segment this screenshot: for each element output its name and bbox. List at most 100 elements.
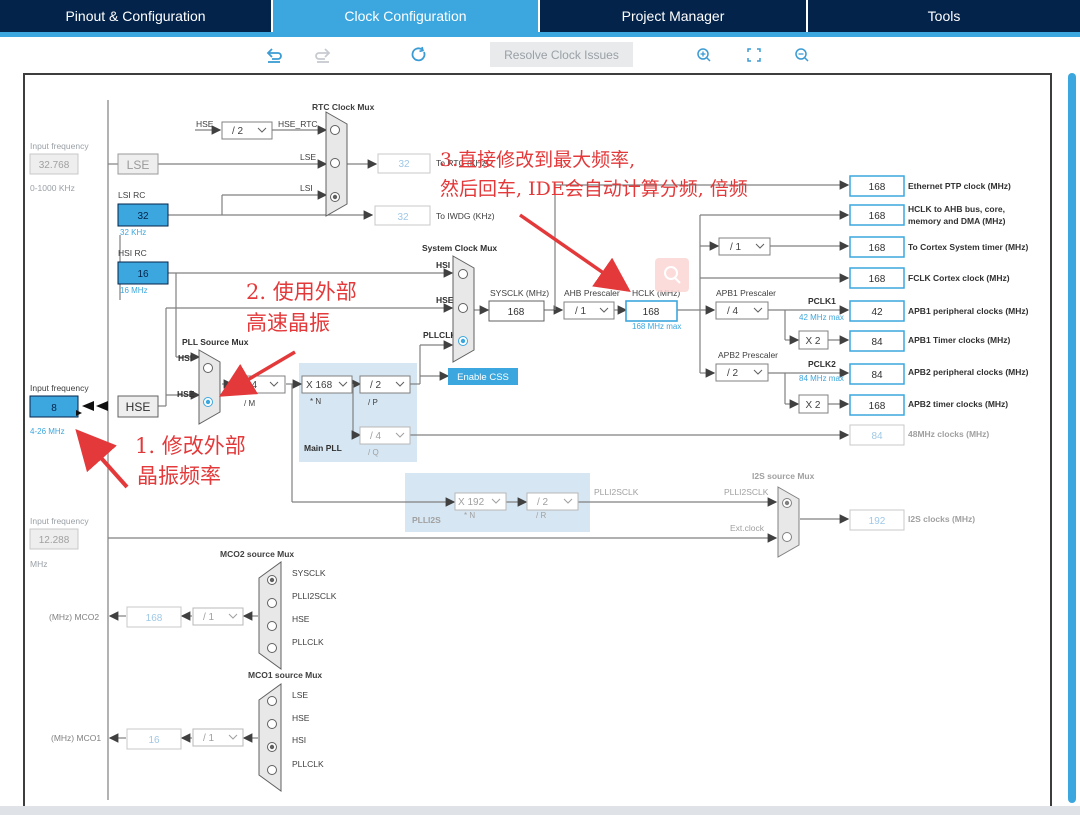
mco2-divider-value: / 1 <box>203 612 215 623</box>
pll-n-label: * N <box>310 397 321 406</box>
i2s-source-mux-label: I2S source Mux <box>752 471 815 481</box>
output-label: APB2 timer clocks (MHz) <box>908 399 1008 409</box>
plli2s-label: PLLI2S <box>412 515 441 525</box>
output-apb1-peripheral: 42 APB1 peripheral clocks (MHz) <box>849 300 1029 322</box>
i2s-mux-radio-ext[interactable] <box>782 532 792 542</box>
lse-input-value: 32.768 <box>39 160 70 171</box>
plli2s-r-value: / 2 <box>537 497 549 508</box>
output-label: APB1 Timer clocks (MHz) <box>908 335 1011 345</box>
hse-arrows <box>82 401 108 411</box>
mco1-divider-select[interactable] <box>192 728 244 747</box>
i2s-unit: MHz <box>30 559 47 569</box>
sys-mux-radio-hsi[interactable] <box>458 269 468 279</box>
sys-mux-radio-hse[interactable] <box>458 303 468 313</box>
mco2-sysclk-label: SYSCLK <box>292 568 326 578</box>
mco1-source-mux-label: MCO1 source Mux <box>248 670 322 680</box>
pll-mux-hse-label: HSE <box>177 389 195 399</box>
mco1-radio-lse[interactable] <box>267 696 277 706</box>
mco1-radio-pllclk[interactable] <box>267 765 277 775</box>
apb1-timer-multiplier-value: X 2 <box>805 336 820 347</box>
rtc-lse-label: LSE <box>300 152 316 162</box>
mco1-pllclk-label: PLLCLK <box>292 759 324 769</box>
hsi-unit: 16 MHz <box>120 286 148 295</box>
rtc-mux-radio-lse[interactable] <box>330 158 340 168</box>
pll-p-value: / 2 <box>370 380 382 391</box>
lsi-value: 32 <box>137 211 149 222</box>
mco2-radio-plli2sclk[interactable] <box>267 598 277 608</box>
rtc-output-value: 32 <box>398 159 410 170</box>
iwdg-output-label: To IWDG (KHz) <box>436 211 495 221</box>
sysclk-value: 168 <box>508 307 525 318</box>
mco1-divider-value: / 1 <box>203 733 215 744</box>
mco1-radio-hsi-dot <box>269 744 275 750</box>
apb1-prescaler-label: APB1 Prescaler <box>716 288 776 298</box>
mco2-radio-hse[interactable] <box>267 621 277 631</box>
sys-mux-pllclk-label: PLLCLK <box>423 330 457 340</box>
output-value: 84 <box>871 337 883 348</box>
i2s-input-value: 12.288 <box>39 535 70 546</box>
plli2s-r-select[interactable] <box>526 492 579 511</box>
mco2-divider-select[interactable] <box>192 607 244 626</box>
mco2-pllclk-label: PLLCLK <box>292 637 324 647</box>
hsi-rc-label: HSI RC <box>118 248 147 258</box>
plli2s-r-label: / R <box>536 511 546 520</box>
output-i2s: 192 I2S clocks (MHz) <box>849 509 975 531</box>
hse-range: 4-26 MHz <box>30 427 65 436</box>
rtc-mux-radio-hse[interactable] <box>330 125 340 135</box>
sys-mux-hse-label: HSE <box>436 295 454 305</box>
mco1-output-value: 16 <box>148 735 160 746</box>
pll-source-mux-label: PLL Source Mux <box>182 337 249 347</box>
hse-arrow-tip <box>76 410 82 416</box>
main-pll-label: Main PLL <box>304 443 342 453</box>
output-48mhz: 84 48MHz clocks (MHz) <box>849 424 989 446</box>
output-apb2-peripheral: 84 APB2 peripheral clocks (MHz) <box>849 363 1029 385</box>
i2s-mux-plli2sclk-label: PLLI2SCLK <box>724 487 769 497</box>
plli2sclk-label: PLLI2SCLK <box>594 487 639 497</box>
pclk1-max: 42 MHz max <box>799 313 844 322</box>
annotation-1-line2: 晶振频率 <box>137 464 221 488</box>
pll-source-mux <box>198 349 221 425</box>
mco2-output-value: 168 <box>146 613 163 624</box>
output-value: 168 <box>869 211 886 222</box>
pll-q-value: / 4 <box>370 431 382 442</box>
annotation-1-line1: 1. 修改外部 <box>135 434 246 458</box>
ahb-prescaler-select[interactable] <box>563 301 615 320</box>
apb2-prescaler-value: / 2 <box>727 368 739 379</box>
rtc-divider-select[interactable] <box>221 121 273 140</box>
pll-q-select[interactable] <box>359 426 411 445</box>
cortex-divider-select[interactable] <box>718 237 771 256</box>
hclk-value: 168 <box>643 307 660 318</box>
pll-p-label: / P <box>368 398 378 407</box>
lsi-rc-label: LSI RC <box>118 190 145 200</box>
output-label: 48MHz clocks (MHz) <box>908 429 989 439</box>
output-value: 168 <box>869 182 886 193</box>
plli2s-n-value: X 192 <box>458 497 485 508</box>
mco1-radio-hse[interactable] <box>267 719 277 729</box>
i2s-mux-radio-plli2sclk-dot <box>784 500 790 506</box>
annotation-2-line1: 2. 使用外部 <box>246 280 357 304</box>
lsi-unit: 32 KHz <box>120 228 146 237</box>
cortex-divider-value: / 1 <box>730 242 742 253</box>
output-ethernet-ptp: 168 Ethernet PTP clock (MHz) <box>849 175 1011 197</box>
pll-mux-radio-hsi[interactable] <box>203 363 213 373</box>
output-label: To Cortex System timer (MHz) <box>908 242 1028 252</box>
output-value: 168 <box>869 401 886 412</box>
output-label: APB1 peripheral clocks (MHz) <box>908 306 1029 316</box>
mco1-hsi-label: HSI <box>292 735 306 745</box>
i2s-source-mux <box>777 486 800 558</box>
pll-mux-hsi-label: HSI <box>178 353 192 363</box>
hclk-max: 168 MHz max <box>632 322 681 331</box>
rtc-mux-radio-lsi-dot <box>332 194 338 200</box>
mco2-radio-pllclk[interactable] <box>267 643 277 653</box>
annotation-3-line1: 3.直接修改到最大频率, <box>440 149 635 171</box>
output-label: I2S clocks (MHz) <box>908 514 975 524</box>
pll-m-label: / M <box>244 399 255 408</box>
clock-tree-diagram: Input frequency 32.768 0-1000 KHz LSE LS… <box>29 100 1029 800</box>
output-label: Ethernet PTP clock (MHz) <box>908 181 1011 191</box>
output-fclk: 168 FCLK Cortex clock (MHz) <box>849 267 1010 289</box>
rtc-mux-label: RTC Clock Mux <box>312 102 375 112</box>
pclk2-label: PCLK2 <box>808 359 836 369</box>
enable-css-label: Enable CSS <box>457 372 509 383</box>
mco2-plli2sclk-label: PLLI2SCLK <box>292 591 337 601</box>
pll-p-select[interactable] <box>359 375 411 394</box>
